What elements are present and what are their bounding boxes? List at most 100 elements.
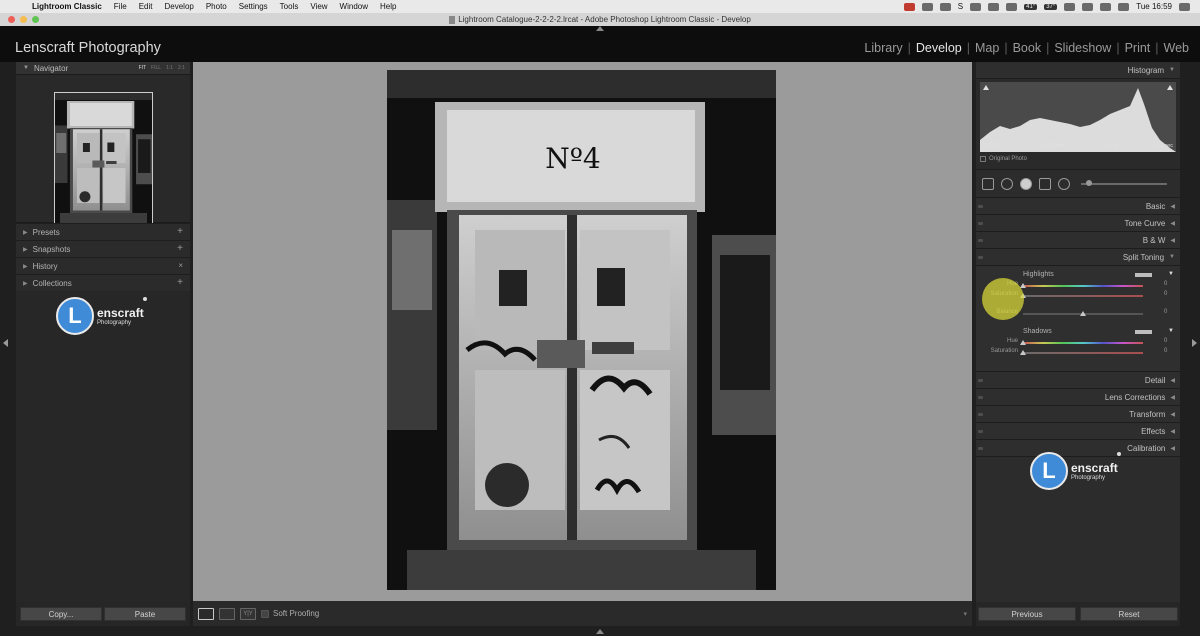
module-web[interactable]: Web [1159, 41, 1194, 55]
copy-settings-button[interactable]: Copy... [20, 607, 102, 621]
shadows-swatch[interactable] [1135, 330, 1152, 334]
menu-photo[interactable]: Photo [200, 2, 233, 11]
trash-icon[interactable] [988, 2, 1000, 11]
highlights-hue-thumb[interactable] [1020, 283, 1026, 288]
highlight-clipping-icon[interactable] [1167, 85, 1173, 90]
zoom-2-1[interactable]: 2:1 [178, 65, 185, 71]
zoom-window-icon[interactable] [32, 16, 39, 23]
module-slideshow[interactable]: Slideshow [1049, 41, 1116, 55]
clear-history-icon[interactable]: × [178, 261, 183, 270]
panel-bw[interactable]: B & W ◀ [976, 232, 1180, 249]
menu-view[interactable]: View [304, 2, 333, 11]
status-s-icon[interactable]: S [958, 2, 963, 11]
panel-effects[interactable]: Effects ◀ [976, 423, 1180, 440]
reset-button[interactable]: Reset [1080, 607, 1178, 621]
panel-switch-icon[interactable] [978, 222, 983, 225]
clock[interactable]: Tue 16:59 [1136, 2, 1172, 11]
soft-proofing-toggle[interactable]: Soft Proofing [261, 609, 319, 618]
menu-tools[interactable]: Tools [274, 2, 305, 11]
shadow-clipping-icon[interactable] [983, 85, 989, 90]
navigator-preview[interactable] [16, 75, 190, 224]
highlights-saturation-value[interactable]: 0 [1164, 291, 1167, 297]
histogram[interactable]: ISO 80 17.159 mm ƒ / 3.5 ¹⁄₂₅₀ sec [980, 82, 1176, 152]
menu-window[interactable]: Window [334, 2, 374, 11]
collapse-top-icon[interactable] [596, 26, 604, 31]
shadows-saturation-thumb[interactable] [1020, 350, 1026, 355]
toolbar-menu-icon[interactable]: ▾ [963, 610, 967, 618]
collections-section[interactable]: ▶ Collections + [16, 274, 190, 291]
module-map[interactable]: Map [970, 41, 1004, 55]
main-photo[interactable]: Nº4 [387, 70, 776, 590]
brush-slider[interactable] [1081, 179, 1167, 186]
navigator-thumbnail[interactable] [54, 92, 153, 224]
collapse-bottom-icon[interactable] [596, 629, 604, 634]
shadows-hue-value[interactable]: 0 [1164, 338, 1167, 344]
presets-section[interactable]: ▶ Presets + [16, 223, 190, 240]
panel-switch-icon[interactable] [978, 205, 983, 208]
volume-icon[interactable] [1100, 2, 1112, 11]
previous-button[interactable]: Previous [978, 607, 1076, 621]
share-icon[interactable] [970, 2, 982, 11]
zoom-fit[interactable]: FIT [139, 65, 147, 71]
cloud-icon[interactable] [921, 2, 933, 11]
add-snapshot-icon[interactable]: + [177, 243, 183, 254]
menu-develop[interactable]: Develop [158, 2, 199, 11]
menu-file[interactable]: File [108, 2, 133, 11]
red-eye-icon[interactable] [1020, 177, 1032, 190]
history-section[interactable]: ▶ History × [16, 257, 190, 274]
menu-settings[interactable]: Settings [233, 2, 274, 11]
highlights-saturation-slider[interactable] [1023, 295, 1143, 297]
navigator-header[interactable]: ▼ Navigator FIT FILL 1:1 2:1 [16, 62, 190, 75]
original-photo-checkbox[interactable] [980, 156, 986, 162]
zoom-1-1[interactable]: 1:1 [166, 65, 173, 71]
identity-plate[interactable]: Lenscraft Photography [15, 40, 161, 56]
balance-value[interactable]: 0 [1164, 309, 1167, 315]
radial-filter-icon[interactable] [1058, 177, 1070, 190]
sync-icon[interactable] [939, 2, 951, 11]
highlights-hue-slider[interactable] [1023, 285, 1143, 287]
panel-switch-icon[interactable] [978, 447, 983, 450]
collapse-left-panel-icon[interactable] [3, 339, 8, 347]
spot-removal-icon[interactable] [1001, 177, 1013, 190]
before-after-icon[interactable] [219, 607, 235, 620]
add-collection-icon[interactable]: + [177, 277, 183, 288]
module-print[interactable]: Print [1120, 41, 1156, 55]
spotlight-icon[interactable] [1179, 2, 1190, 11]
minimize-window-icon[interactable] [20, 16, 27, 23]
paste-settings-button[interactable]: Paste [104, 607, 186, 621]
menu-app[interactable]: Lightroom Classic [26, 2, 108, 11]
highlights-swatch[interactable] [1135, 273, 1152, 277]
collapse-right-panel-icon[interactable] [1192, 339, 1197, 347]
histogram-header[interactable]: Histogram ▼ [976, 62, 1180, 79]
loupe-view[interactable]: Nº4 [193, 62, 972, 601]
module-library[interactable]: Library [859, 41, 907, 55]
panel-switch-icon[interactable] [978, 239, 983, 242]
crop-tool-icon[interactable] [982, 177, 994, 190]
module-book[interactable]: Book [1008, 41, 1047, 55]
snapshots-section[interactable]: ▶ Snapshots + [16, 240, 190, 257]
close-window-icon[interactable] [8, 16, 15, 23]
bluetooth-icon[interactable] [1064, 2, 1076, 11]
zoom-fill[interactable]: FILL [151, 65, 161, 71]
graduated-filter-icon[interactable] [1039, 177, 1051, 190]
menu-edit[interactable]: Edit [133, 2, 159, 11]
balance-thumb[interactable] [1080, 311, 1086, 316]
panel-detail[interactable]: Detail ◀ [976, 372, 1180, 389]
menu-help[interactable]: Help [374, 2, 402, 11]
shadows-picker-icon[interactable]: ▼ [1168, 328, 1174, 334]
highlights-saturation-thumb[interactable] [1020, 293, 1026, 298]
shadows-hue-thumb[interactable] [1020, 340, 1026, 345]
highlights-hue-value[interactable]: 0 [1164, 281, 1167, 287]
panel-transform[interactable]: Transform ◀ [976, 406, 1180, 423]
panel-switch-icon[interactable] [978, 413, 983, 416]
brush-slider-thumb[interactable] [1086, 179, 1092, 186]
panel-basic[interactable]: Basic ◀ [976, 198, 1180, 215]
shadows-saturation-value[interactable]: 0 [1164, 348, 1167, 354]
loupe-view-icon[interactable] [198, 607, 214, 620]
panel-switch-icon[interactable] [978, 430, 983, 433]
panel-tone-curve[interactable]: Tone Curve ◀ [976, 215, 1180, 232]
highlights-picker-icon[interactable]: ▼ [1168, 271, 1174, 277]
shadows-saturation-slider[interactable] [1023, 352, 1143, 354]
fan-icon[interactable] [1006, 2, 1018, 11]
panel-switch-icon[interactable] [978, 379, 983, 382]
